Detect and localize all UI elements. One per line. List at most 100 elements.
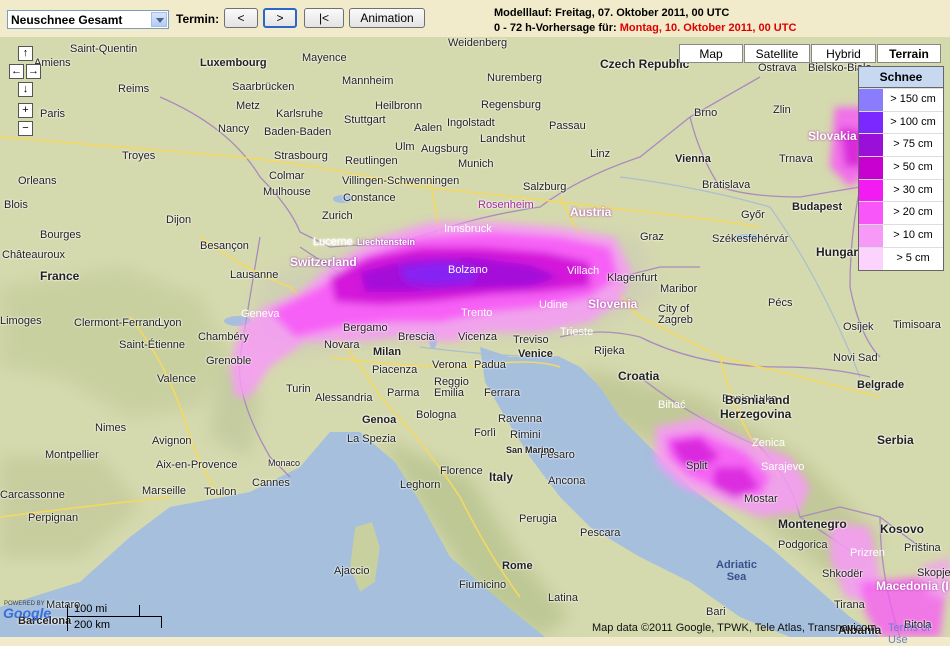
google-logo[interactable]: Google <box>3 605 51 621</box>
legend-label: > 100 cm <box>890 115 936 128</box>
map-type-hybrid-button[interactable]: Hybrid <box>811 44 876 63</box>
city-label: Carcassonne <box>0 489 65 501</box>
previous-step-button[interactable]: < <box>224 8 258 28</box>
city-label: Győr <box>741 209 765 221</box>
city-label: Sarajevo <box>761 461 805 473</box>
country-label: Slovenia <box>588 297 638 311</box>
city-label: Bihać <box>658 399 686 411</box>
legend-swatch <box>859 157 883 179</box>
legend-label: > 75 cm <box>893 138 933 151</box>
legend-label: > 10 cm <box>893 229 933 242</box>
city-label: Passau <box>549 120 586 132</box>
zoom-out-icon[interactable]: − <box>18 121 33 136</box>
animation-button[interactable]: Animation <box>349 8 425 28</box>
city-label: Châteauroux <box>2 249 65 261</box>
map-type-terrain-button[interactable]: Terrain <box>877 44 941 63</box>
city-label: Prizren <box>850 547 885 559</box>
pan-left-icon[interactable]: ← <box>9 64 24 79</box>
country-label: Serbia <box>877 433 914 447</box>
city-label: Nancy <box>218 123 250 135</box>
country-label: Bosnia and <box>725 393 790 407</box>
legend-row: > 50 cm <box>859 156 943 179</box>
city-label: Marseille <box>142 485 187 497</box>
city-label: Bologna <box>416 409 457 421</box>
country-label: France <box>40 269 80 283</box>
city-label: Osijek <box>843 321 874 333</box>
city-label: Bratislava <box>702 179 751 191</box>
city-label: Nuremberg <box>487 72 543 84</box>
sea-label: Adriatic Sea <box>716 559 757 583</box>
city-label: Salzburg <box>523 181 567 193</box>
city-label: Vicenza <box>458 331 497 343</box>
city-label: Ulm <box>395 141 415 153</box>
legend-row: > 10 cm <box>859 224 943 247</box>
forecast-date: Montag, 10. Oktober 2011, 00 UTC <box>619 22 797 34</box>
city-label: Toulon <box>204 486 237 498</box>
city-label: Pescara <box>580 527 621 539</box>
model-info: Modelllauf: Freitag, 07. Oktober 2011, 0… <box>494 6 796 36</box>
city-label: Mayence <box>302 52 347 64</box>
map-type-satellite-button[interactable]: Satellite <box>744 44 810 63</box>
map-copyright: Map data ©2011 Google, TPWK, Tele Atlas,… <box>592 622 877 634</box>
model-run-line: Modelllauf: Freitag, 07. Oktober 2011, 0… <box>494 7 730 19</box>
chevron-down-icon[interactable] <box>151 12 167 27</box>
product-select-value: Neuschnee Gesamt <box>11 13 123 27</box>
city-label: Orleans <box>18 175 57 187</box>
next-step-button[interactable]: > <box>263 8 297 28</box>
city-label: Mostar <box>744 493 778 505</box>
snow-legend: Schnee > 150 cm > 100 cm > 75 cm > 50 cm > 3… <box>858 66 944 271</box>
product-select[interactable]: Neuschnee Gesamt <box>7 10 169 29</box>
city-label: Genoa <box>362 414 397 426</box>
city-label: Priština <box>904 542 941 554</box>
city-label: Emilia <box>434 387 464 399</box>
city-label: Piacenza <box>372 364 418 376</box>
zoom-in-icon[interactable]: + <box>18 103 33 118</box>
legend-row: > 20 cm <box>859 201 943 225</box>
city-label: Vienna <box>675 153 711 165</box>
legend-title: Schnee <box>859 67 943 88</box>
pan-right-icon[interactable]: → <box>26 64 41 79</box>
city-label: Rimini <box>510 429 541 441</box>
scale-bar: 100 mi 200 km <box>67 603 162 633</box>
city-label: Novara <box>324 339 360 351</box>
city-label: Maribor <box>660 283 698 295</box>
city-label: Chambéry <box>198 331 249 343</box>
city-label: Luxembourg <box>200 57 267 69</box>
legend-swatch <box>859 247 883 270</box>
map-type-map-button[interactable]: Map <box>679 44 743 63</box>
legend-label: > 20 cm <box>893 206 933 219</box>
city-label: Verona <box>432 359 467 371</box>
city-label: Weidenberg <box>448 37 508 49</box>
city-label: Colmar <box>269 170 305 182</box>
legend-row: > 100 cm <box>859 110 943 134</box>
map-canvas[interactable]: Amiens Saint-Quentin Luxembourg Mayence … <box>0 37 950 637</box>
legend-row: > 30 cm <box>859 178 943 202</box>
city-label: Florence <box>440 465 483 477</box>
city-label: Rijeka <box>594 345 625 357</box>
city-label: Blois <box>4 199 28 211</box>
city-label: Constance <box>343 192 396 204</box>
city-label: Zenica <box>752 437 786 449</box>
city-label: Avignon <box>152 435 192 447</box>
first-step-button[interactable]: |< <box>304 8 344 28</box>
city-label: Zlin <box>773 104 791 116</box>
country-label: Switzerland <box>290 255 357 269</box>
termin-label: Termin: <box>176 12 220 26</box>
country-label: Croatia <box>618 369 660 383</box>
city-label: Forlì <box>474 427 496 439</box>
city-label: Trento <box>461 307 493 319</box>
city-label: Ravenna <box>498 413 543 425</box>
city-label: Metz <box>236 100 260 112</box>
city-label: Udine <box>539 299 568 311</box>
pan-down-icon[interactable]: ↓ <box>18 82 33 97</box>
country-label: Montenegro <box>778 517 847 531</box>
country-label: Austria <box>570 205 612 219</box>
city-label: Tirana <box>834 599 865 611</box>
terms-of-use-link[interactable]: Terms of Use <box>888 622 950 646</box>
city-label: Villach <box>567 265 600 277</box>
city-label: Dijon <box>166 214 192 226</box>
legend-swatch <box>859 225 883 247</box>
city-label: Mulhouse <box>263 186 311 198</box>
pan-up-icon[interactable]: ↑ <box>18 46 33 61</box>
city-label: Skopje <box>917 567 950 579</box>
